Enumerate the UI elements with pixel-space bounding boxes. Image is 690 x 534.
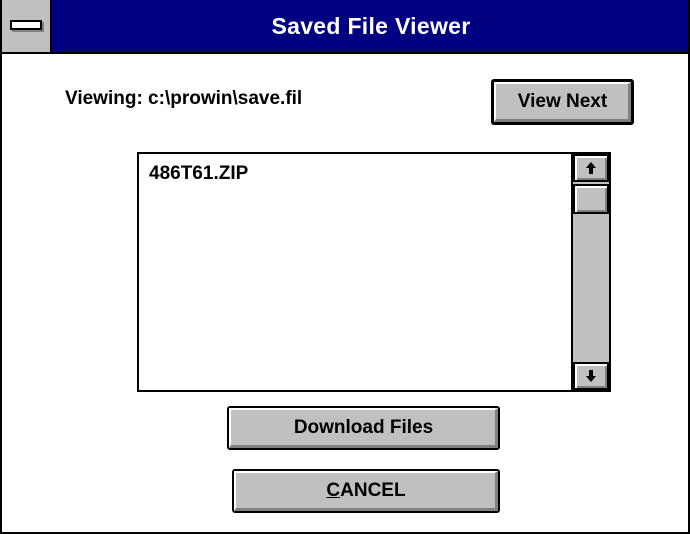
cancel-mnemonic: C: [326, 480, 341, 501]
scroll-thumb[interactable]: [573, 184, 609, 214]
list-item[interactable]: 486T61.ZIP: [149, 162, 561, 186]
scroll-down-button[interactable]: [573, 362, 609, 390]
title-bar[interactable]: Saved File Viewer: [2, 0, 688, 54]
file-list: 486T61.ZIP: [139, 154, 571, 390]
system-menu-icon: [10, 20, 42, 30]
scroll-up-arrow-icon: [586, 162, 596, 174]
view-next-button[interactable]: View Next: [491, 79, 634, 125]
file-listbox[interactable]: 486T61.ZIP: [137, 152, 611, 392]
download-files-button[interactable]: Download Files: [227, 406, 500, 450]
cancel-button[interactable]: CANCEL: [232, 469, 500, 513]
viewing-file-label: Viewing: c:\prowin\save.fil: [65, 88, 303, 109]
view-next-label: View Next: [517, 91, 608, 112]
cancel-label: CANCEL: [326, 480, 405, 502]
window-title: Saved File Viewer: [271, 13, 471, 39]
cancel-label-rest: ANCEL: [340, 480, 406, 501]
dialog-window: Saved File Viewer Viewing: c:\prowin\sav…: [0, 0, 690, 534]
system-menu-button[interactable]: [2, 0, 52, 52]
scroll-down-arrow-icon: [586, 370, 596, 382]
vertical-scrollbar[interactable]: [571, 154, 609, 390]
download-files-label: Download Files: [293, 417, 434, 438]
scroll-up-button[interactable]: [573, 154, 609, 182]
